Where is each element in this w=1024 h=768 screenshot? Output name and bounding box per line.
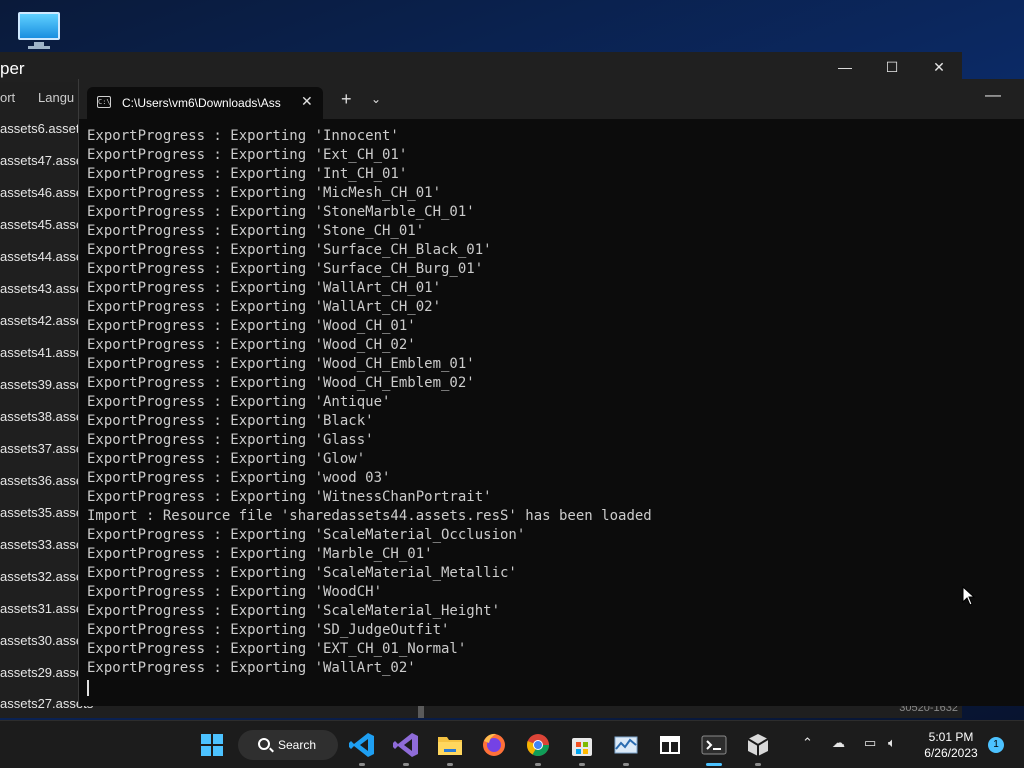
close-tab-icon[interactable]: ✕ (301, 93, 313, 110)
clock-time: 5:01 PM (928, 730, 974, 744)
chrome-icon[interactable] (522, 729, 554, 766)
chevron-down-icon[interactable]: ⌄ (371, 92, 381, 106)
list-item[interactable]: assets41.assets (0, 342, 80, 374)
terminal-line: ExportProgress : Exporting 'ScaleMateria… (87, 527, 526, 543)
command-prompt-icon: C:\ (97, 96, 111, 108)
list-item[interactable]: assets33.assets (0, 534, 80, 566)
list-item[interactable]: assets43.assets (0, 278, 80, 310)
firefox-icon[interactable] (478, 729, 510, 761)
terminal-line: ExportProgress : Exporting 'wood 03' (87, 470, 391, 486)
terminal-line: ExportProgress : Exporting 'Glow' (87, 451, 366, 467)
list-item[interactable]: assets31.assets (0, 598, 80, 630)
vscode-icon[interactable] (346, 729, 378, 766)
list-item[interactable]: assets46.assets (0, 182, 80, 214)
task-view-icon[interactable] (654, 729, 686, 761)
terminal-line: ExportProgress : Exporting 'Surface_CH_B… (87, 242, 492, 258)
terminal-line: ExportProgress : Exporting 'Marble_CH_01… (87, 546, 433, 562)
terminal-line: ExportProgress : Exporting 'Int_CH_01' (87, 166, 408, 182)
terminal-line: Import : Resource file 'sharedassets44.a… (87, 508, 652, 524)
list-item[interactable]: assets37.assets (0, 438, 80, 470)
terminal-line: ExportProgress : Exporting 'Wood_CH_02' (87, 337, 416, 353)
onedrive-offline-icon[interactable]: ☁ (832, 735, 845, 751)
terminal-tab-title: C:\Users\vm6\Downloads\Ass (122, 96, 281, 110)
performance-monitor-icon[interactable] (610, 729, 642, 766)
list-item[interactable]: assets39.assets (0, 374, 80, 406)
list-item[interactable]: assets32.assets (0, 566, 80, 598)
terminal-output[interactable]: ExportProgress : Exporting 'Innocent' Ex… (87, 127, 1017, 696)
list-item[interactable]: assets47.assets (0, 150, 80, 182)
close-button[interactable]: ✕ (916, 56, 962, 80)
terminal-line: ExportProgress : Exporting 'WallArt_CH_0… (87, 299, 442, 315)
network-icon[interactable]: ▭ (864, 735, 876, 751)
minimize-button[interactable]: — (822, 56, 868, 80)
text-cursor (87, 680, 89, 696)
terminal-window: C:\ C:\Users\vm6\Downloads\Ass ✕ + ⌄ — E… (78, 79, 1024, 706)
maximize-button[interactable]: ☐ (869, 56, 915, 80)
terminal-line: ExportProgress : Exporting 'MicMesh_CH_0… (87, 185, 442, 201)
list-item[interactable]: assets44.assets (0, 246, 80, 278)
terminal-line: ExportProgress : Exporting 'ScaleMateria… (87, 565, 517, 581)
microsoft-store-icon[interactable] (566, 729, 598, 766)
unity-hub-icon[interactable] (742, 729, 774, 766)
system-clock[interactable]: 5:01 PM 6/26/2023 (916, 729, 986, 761)
asset-file-list: assets6.assets assets47.assets assets46.… (0, 118, 80, 694)
volume-icon[interactable]: 🔈︎ (888, 735, 896, 751)
mouse-pointer-icon (962, 586, 976, 606)
file-explorer-icon[interactable] (434, 729, 466, 766)
terminal-line: ExportProgress : Exporting 'WallArt_CH_0… (87, 280, 442, 296)
menu-export[interactable]: ort (0, 90, 15, 105)
terminal-line: ExportProgress : Exporting 'Surface_CH_B… (87, 261, 484, 277)
background-window-title: per (0, 59, 25, 78)
taskbar: Search ⌃ ☁ ▭ 🔈︎ 5:01 PM 6/26/2023 1 (0, 720, 1024, 768)
search-label: Search (278, 738, 317, 752)
terminal-minimize-button[interactable]: — (985, 87, 1001, 105)
terminal-tab-strip: C:\ C:\Users\vm6\Downloads\Ass ✕ + ⌄ — (79, 79, 1024, 119)
terminal-line: ExportProgress : Exporting 'Innocent' (87, 128, 399, 144)
clock-date: 6/26/2023 (924, 746, 978, 760)
search-icon (258, 738, 270, 750)
list-item[interactable]: assets35.assets (0, 502, 80, 534)
windows-start-icon[interactable] (196, 729, 228, 761)
terminal-line: ExportProgress : Exporting 'WallArt_02' (87, 660, 416, 676)
terminal-line: ExportProgress : Exporting 'WitnessChanP… (87, 489, 492, 505)
list-item[interactable]: assets6.assets (0, 118, 80, 150)
terminal-line: ExportProgress : Exporting 'Wood_CH_Embl… (87, 375, 475, 391)
list-item[interactable]: assets45.assets (0, 214, 80, 246)
terminal-line: ExportProgress : Exporting 'EXT_CH_01_No… (87, 641, 467, 657)
list-item[interactable]: assets36.assets (0, 470, 80, 502)
terminal-line: ExportProgress : Exporting 'StoneMarble_… (87, 204, 475, 220)
terminal-tab[interactable]: C:\ C:\Users\vm6\Downloads\Ass ✕ (87, 87, 323, 119)
terminal-line: ExportProgress : Exporting 'ScaleMateria… (87, 603, 501, 619)
new-tab-button[interactable]: + (341, 90, 352, 108)
list-item[interactable]: assets29.assets (0, 662, 80, 694)
terminal-line: ExportProgress : Exporting 'Antique' (87, 394, 391, 410)
background-window-titlebar: per — ☐ ✕ (0, 52, 962, 82)
list-item[interactable]: assets42.assets (0, 310, 80, 342)
this-pc-desktop-icon[interactable] (16, 10, 62, 50)
taskbar-search-button[interactable]: Search (238, 730, 338, 760)
terminal-line: ExportProgress : Exporting 'Wood_CH_01' (87, 318, 416, 334)
terminal-line: ExportProgress : Exporting 'Glass' (87, 432, 374, 448)
list-item[interactable]: assets30.assets (0, 630, 80, 662)
visual-studio-icon[interactable] (390, 729, 422, 766)
terminal-line: ExportProgress : Exporting 'WoodCH' (87, 584, 383, 600)
terminal-line: ExportProgress : Exporting 'Stone_CH_01' (87, 223, 425, 239)
terminal-line: ExportProgress : Exporting 'Ext_CH_01' (87, 147, 408, 163)
terminal-icon[interactable] (698, 729, 730, 766)
terminal-line: ExportProgress : Exporting 'Black' (87, 413, 374, 429)
terminal-line: ExportProgress : Exporting 'SD_JudgeOutf… (87, 622, 450, 638)
menu-language[interactable]: Langu (38, 90, 74, 105)
list-item[interactable]: assets38.assets (0, 406, 80, 438)
scrollbar-thumb[interactable] (418, 704, 424, 718)
terminal-line: ExportProgress : Exporting 'Wood_CH_Embl… (87, 356, 475, 372)
notification-badge[interactable]: 1 (988, 737, 1004, 753)
chevron-up-icon[interactable]: ⌃ (802, 735, 813, 751)
